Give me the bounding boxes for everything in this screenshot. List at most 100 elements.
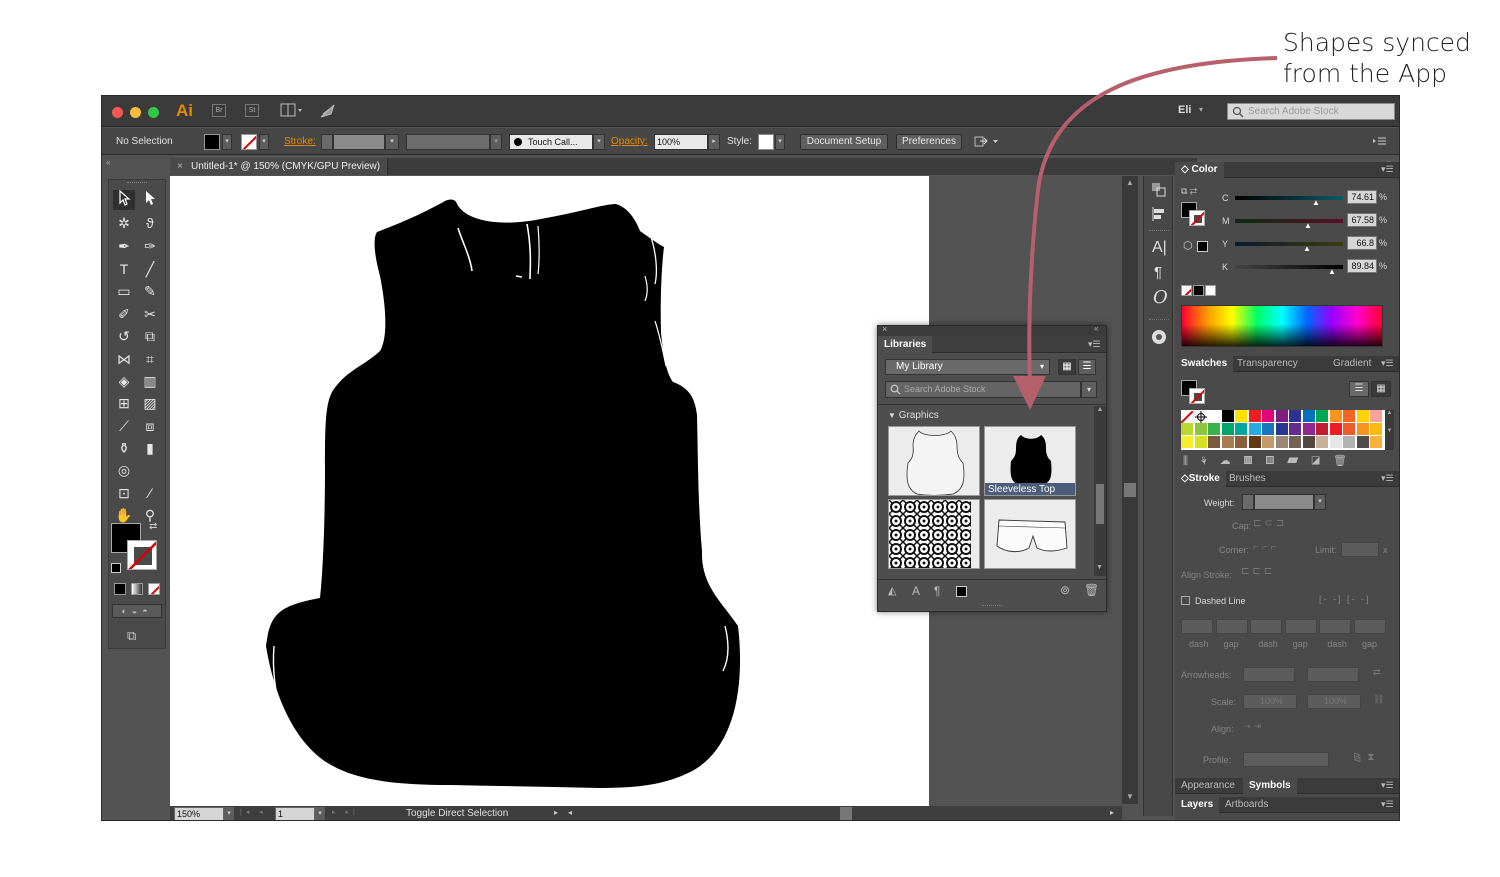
swap-fill-stroke-icon[interactable]: ⇄ xyxy=(149,521,157,532)
width-tool-icon[interactable]: ⋈ xyxy=(113,349,135,369)
swatch[interactable] xyxy=(1302,410,1315,422)
swatch[interactable] xyxy=(1289,410,1301,422)
brush-definition[interactable]: Touch Call... xyxy=(509,134,593,150)
dash-field-0[interactable] xyxy=(1181,619,1213,634)
pen-tool-icon[interactable]: ✒ xyxy=(113,236,135,256)
stroke-menu-icon[interactable]: ▾☰ xyxy=(1381,473,1394,484)
swatch[interactable] xyxy=(1221,410,1234,422)
horizontal-scroll-thumb[interactable] xyxy=(840,807,852,820)
swatch[interactable] xyxy=(1262,436,1274,448)
character-panel-icon[interactable]: A| xyxy=(1152,239,1167,257)
transform-panel-icon[interactable] xyxy=(1151,182,1167,203)
mesh-tool-icon[interactable]: ⊞ xyxy=(113,393,135,413)
default-colors-icon[interactable] xyxy=(111,563,121,573)
closest-color-swatch[interactable] xyxy=(1197,241,1208,252)
scroll-left-icon[interactable]: ◂ xyxy=(568,808,572,817)
libraries-scroll-down-icon[interactable]: ▼ xyxy=(1096,564,1103,571)
channel-c-slider[interactable] xyxy=(1235,196,1343,200)
graphics-section-header[interactable]: ▼ Graphics xyxy=(888,410,939,421)
sleeveless-top-artwork[interactable] xyxy=(170,176,929,806)
dash-field-5[interactable] xyxy=(1354,619,1386,634)
weight-input[interactable] xyxy=(1254,494,1314,510)
library-graphic-pattern[interactable] xyxy=(888,499,980,569)
zoom-window-button[interactable] xyxy=(148,107,159,118)
dash-field-3[interactable] xyxy=(1284,619,1317,634)
swatch-registration[interactable] xyxy=(1194,410,1207,423)
swatch-scrollbar[interactable]: ▲ ▼ xyxy=(1385,410,1394,450)
end-scale-input[interactable]: 100% xyxy=(1307,694,1361,709)
bridge-button[interactable]: Br xyxy=(212,104,226,117)
swatches-menu-icon[interactable]: ▾☰ xyxy=(1381,358,1394,369)
dash-alignment-buttons[interactable]: [‐ ‐] [‐ ‐] xyxy=(1319,594,1385,608)
rectangle-tool-icon[interactable]: ▭ xyxy=(113,281,135,301)
prev-artboard-icon[interactable]: |◂ ◂ xyxy=(240,808,267,816)
swatches-footer-icons[interactable]: ⫼⚘☁▦▤▰◪🗑 xyxy=(1183,454,1360,468)
add-character-style-icon[interactable]: A xyxy=(912,584,920,598)
stroke-weight-dropdown[interactable]: ▾ xyxy=(385,134,399,150)
none-mode-icon[interactable] xyxy=(148,583,160,595)
screen-mode-icon[interactable]: ⧉ xyxy=(127,628,136,644)
profile-select[interactable] xyxy=(1243,752,1329,767)
add-color-icon[interactable] xyxy=(956,586,967,597)
selection-tool-icon[interactable] xyxy=(113,189,135,210)
library-graphic-sleeveless-top[interactable]: Sleeveless Top xyxy=(984,426,1076,496)
arrange-documents-icon[interactable] xyxy=(280,103,302,118)
gradient-tab[interactable]: Gradient xyxy=(1327,356,1377,372)
scroll-up-icon[interactable]: ▲ xyxy=(1126,178,1134,187)
swatch[interactable] xyxy=(1235,436,1247,448)
swatch[interactable] xyxy=(1248,423,1261,435)
white-color-swatch[interactable] xyxy=(1205,285,1216,296)
stroke-label[interactable]: Stroke: xyxy=(284,136,316,147)
channel-m-thumb[interactable]: ▲ xyxy=(1304,221,1312,230)
opacity-label[interactable]: Opacity: xyxy=(611,136,648,147)
direct-selection-tool-icon[interactable] xyxy=(139,190,161,210)
swatch[interactable] xyxy=(1194,423,1207,435)
color-panel-menu-icon[interactable]: ▾☰ xyxy=(1381,164,1394,175)
swatch[interactable] xyxy=(1208,423,1220,435)
channel-y-slider[interactable] xyxy=(1235,242,1343,246)
zoom-level-input[interactable]: 150% xyxy=(174,807,224,820)
swatch[interactable] xyxy=(1194,436,1207,448)
dash-field-1[interactable] xyxy=(1215,619,1248,634)
cap-buttons[interactable]: ⊏⊂⊐ xyxy=(1253,518,1309,532)
slice-tool-icon[interactable]: ◎ xyxy=(113,460,135,480)
gradient-tool-icon[interactable]: ▨ xyxy=(139,393,161,413)
swatch[interactable] xyxy=(1289,436,1301,448)
swatch[interactable] xyxy=(1181,423,1193,435)
color-stroke-swatch[interactable] xyxy=(1189,210,1205,226)
shape-builder-tool-icon[interactable]: ◈ xyxy=(113,371,135,391)
swatch[interactable] xyxy=(1370,436,1382,448)
scroll-down-icon[interactable]: ▼ xyxy=(1126,792,1134,801)
channel-m-slider[interactable] xyxy=(1235,219,1343,223)
next-artboard-icon[interactable]: ▸ ▸| xyxy=(332,808,359,816)
add-paragraph-style-icon[interactable]: ¶ xyxy=(934,584,940,598)
artboard-tool-icon[interactable]: ⊡ xyxy=(113,483,135,503)
free-transform-tool-icon[interactable]: ⌗ xyxy=(139,349,161,369)
swatch[interactable] xyxy=(1221,423,1234,435)
symbol-sprayer-tool-icon[interactable]: ⚱ xyxy=(113,438,135,458)
swatch[interactable] xyxy=(1343,423,1355,435)
artboards-tab[interactable]: Artboards xyxy=(1219,797,1274,813)
swatch[interactable] xyxy=(1262,423,1274,435)
dash-field-2[interactable] xyxy=(1250,619,1283,634)
blend-tool-icon[interactable]: ⧈ xyxy=(139,416,161,436)
libraries-scrollbar[interactable]: ▲ ▼ xyxy=(1094,406,1106,576)
document-tab[interactable]: × Untitled-1* @ 150% (CMYK/GPU Preview) xyxy=(170,158,388,175)
swatch[interactable] xyxy=(1302,436,1315,448)
hand-tool-icon[interactable]: ✋ xyxy=(113,505,135,525)
swap-arrowheads-icon[interactable]: ⇄ xyxy=(1373,667,1381,678)
channel-y-value[interactable]: 66.8 xyxy=(1347,236,1377,250)
stroke-color-box[interactable] xyxy=(127,540,157,570)
opacity-input[interactable]: 100% xyxy=(654,134,708,150)
stroke-weight-stepper[interactable] xyxy=(321,134,333,150)
swatch[interactable] xyxy=(1235,410,1247,422)
scale-tool-icon[interactable]: ⧉ xyxy=(139,326,161,346)
swatch[interactable] xyxy=(1221,436,1234,448)
black-color-swatch[interactable] xyxy=(1193,285,1204,296)
swatch[interactable] xyxy=(1316,410,1328,422)
swatch[interactable] xyxy=(1235,423,1247,435)
libraries-drag-bar[interactable]: × « xyxy=(878,324,1106,336)
swatch[interactable] xyxy=(1343,410,1355,422)
stroke-color-swatch[interactable] xyxy=(241,134,257,150)
swatch[interactable] xyxy=(1329,410,1342,422)
